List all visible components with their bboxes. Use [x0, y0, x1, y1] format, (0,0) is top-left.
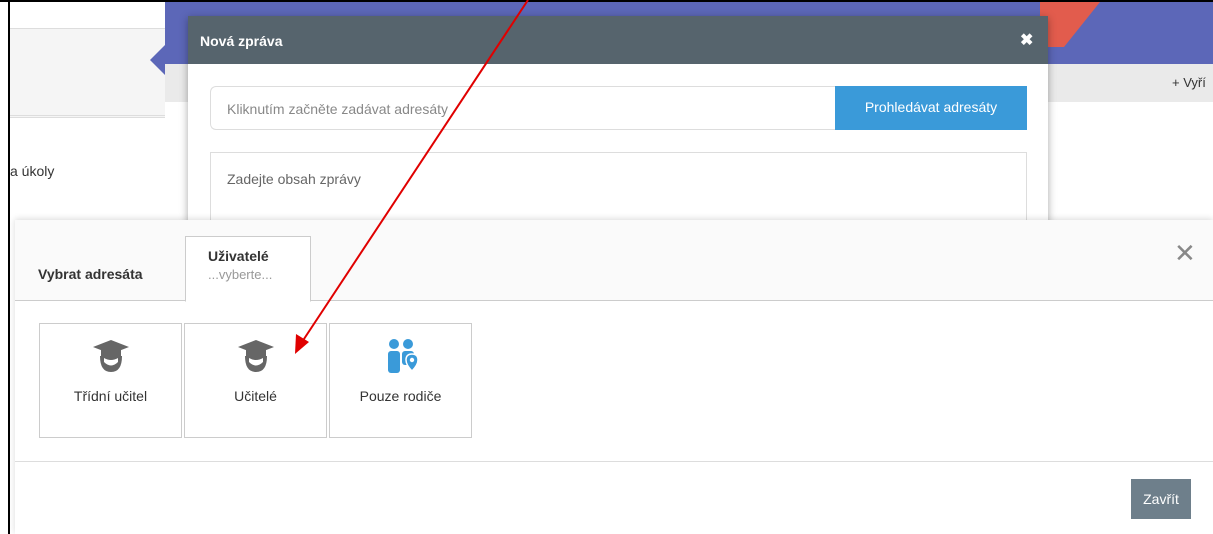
search-recipients-button[interactable]: Prohledávat adresáty — [835, 86, 1027, 130]
tile-teachers[interactable]: Učitelé — [184, 323, 327, 438]
dialog-title: Nová zpráva — [200, 33, 283, 49]
create-link[interactable]: + Vyří — [1172, 75, 1206, 90]
graduate-icon — [92, 340, 129, 372]
close-icon[interactable]: ✕ — [1174, 240, 1196, 266]
tab-users-title: Uživatelé — [208, 248, 269, 264]
footer-divider — [15, 461, 1213, 462]
left-panel — [10, 28, 165, 118]
tasks-label: a úkoly — [10, 163, 55, 179]
frame-border-top — [0, 0, 1213, 2]
tile-class-teacher[interactable]: Třídní učitel — [39, 323, 182, 438]
close-button[interactable]: Zavřít — [1131, 479, 1191, 519]
tile-label: Učitelé — [234, 388, 277, 404]
tab-select-recipient[interactable]: Vybrat adresáta — [38, 266, 143, 282]
tile-label: Třídní učitel — [73, 388, 148, 404]
tab-users[interactable]: Uživatelé ...vyberte... — [185, 236, 311, 302]
parents-icon — [387, 339, 419, 373]
close-icon[interactable]: ✖ — [1020, 30, 1033, 50]
recipient-input[interactable]: Kliknutím začněte zadávat adresáty — [210, 86, 836, 130]
tile-parents-only[interactable]: Pouze rodiče — [329, 323, 472, 438]
tile-label: Pouze rodiče — [359, 388, 442, 404]
left-panel-divider — [10, 115, 165, 116]
frame-border-left — [8, 0, 10, 534]
tab-users-subtitle: ...vyberte... — [208, 267, 273, 282]
dialog-header — [188, 16, 1048, 64]
graduate-icon — [237, 340, 274, 372]
